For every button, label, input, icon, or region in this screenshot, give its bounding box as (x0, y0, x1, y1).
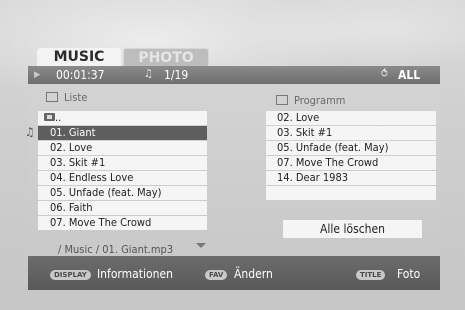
list-item[interactable]: 05. Unfade (feat. May) (38, 186, 207, 200)
list-item[interactable]: 03. Skit #1 (38, 156, 207, 170)
file-list-title: Liste (64, 91, 88, 104)
now-playing-icon: ♫ (25, 125, 35, 139)
fav-hint: Ändern (234, 267, 273, 281)
program-header: Programm (276, 94, 345, 107)
program-icon (276, 95, 288, 105)
current-file-path: / Music / 01. Giant.mp3 (58, 243, 174, 256)
list-item[interactable]: 02. Love (38, 141, 207, 155)
track-counter: 1/19 (164, 68, 189, 82)
parent-folder-item[interactable]: .. (38, 111, 207, 125)
tab-music[interactable]: MUSIC (37, 48, 121, 66)
file-list-header: Liste (46, 91, 87, 104)
program-list: 02. Love 03. Skit #1 05. Unfade (feat. M… (266, 111, 436, 201)
clear-all-button[interactable]: Alle löschen (283, 220, 422, 238)
list-item[interactable]: 06. Faith (38, 201, 207, 215)
music-note-icon: ♫ (144, 67, 153, 80)
elapsed-time: 00:01:37 (56, 68, 105, 82)
scroll-down-icon[interactable] (196, 243, 206, 248)
play-icon: ▶ (34, 70, 41, 80)
program-empty-slot[interactable] (266, 186, 436, 200)
list-icon (46, 92, 58, 102)
playback-status-bar: ▶ 00:01:37 ♫ 1/19 ⥀ ALL (28, 66, 440, 84)
program-item[interactable]: 02. Love (266, 111, 436, 125)
program-item[interactable]: 05. Unfade (feat. May) (266, 141, 436, 155)
repeat-mode: ALL (398, 68, 421, 82)
program-item[interactable]: 07. Move The Crowd (266, 156, 436, 170)
folder-up-icon (44, 113, 55, 121)
title-hint: Foto (397, 267, 421, 281)
list-item[interactable]: 04. Endless Love (38, 171, 207, 185)
fav-key: FAV (205, 270, 228, 280)
repeat-icon: ⥀ (381, 67, 388, 80)
program-item[interactable]: 14. Dear 1983 (266, 171, 436, 185)
file-list: .. 01. Giant 02. Love 03. Skit #1 04. En… (38, 111, 207, 231)
display-hint: Informationen (97, 267, 173, 281)
program-item[interactable]: 03. Skit #1 (266, 126, 436, 140)
program-title: Programm (294, 94, 346, 107)
list-item[interactable]: 07. Move The Crowd (38, 216, 207, 230)
display-key: DISPLAY (50, 270, 91, 280)
list-item[interactable]: 01. Giant (38, 126, 207, 140)
tab-photo[interactable]: PHOTO (123, 48, 209, 67)
title-key: TITLE (356, 270, 386, 280)
